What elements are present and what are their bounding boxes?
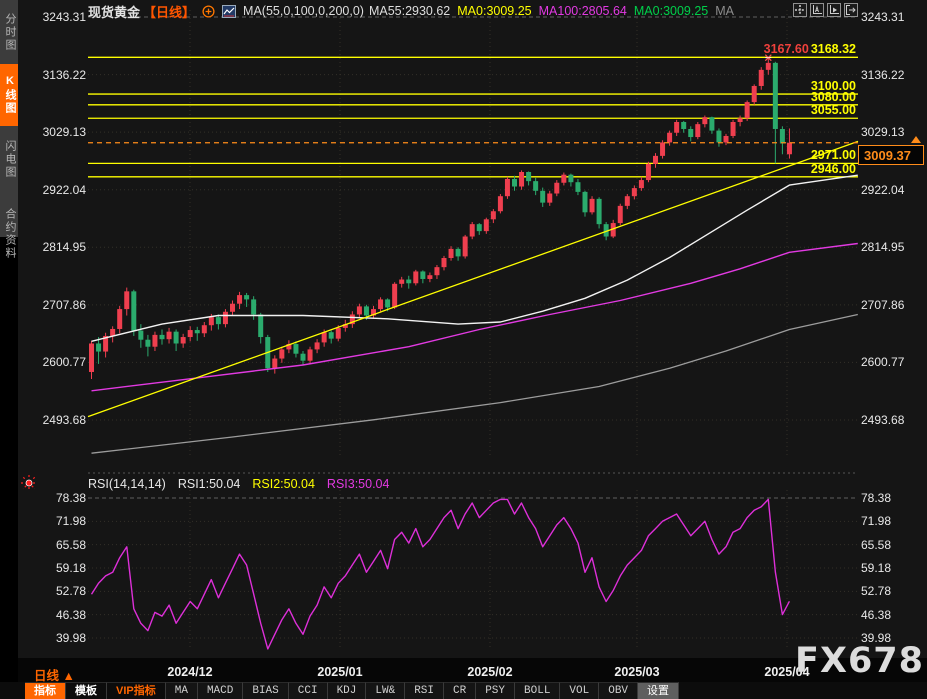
toolbar-indicators-button[interactable]: 指标	[25, 682, 66, 699]
toolbar-settings-button[interactable]: 设置	[638, 682, 679, 699]
toolbar-obv-button[interactable]: OBV	[599, 682, 638, 699]
ma0-yellow-value: MA0:3009.25	[457, 4, 531, 18]
price-tick-label: 3029.13	[861, 125, 904, 139]
price-tick-label: 2707.86	[861, 298, 904, 312]
rsi-tick-label: 52.78	[36, 584, 86, 598]
rsi-tick-label: 59.18	[36, 561, 86, 575]
brand-watermark: FX678	[795, 641, 924, 681]
price-tick-label: 2814.95	[36, 240, 86, 254]
rsi-tick-label: 46.38	[861, 608, 891, 622]
sidebar-tab-contract-info[interactable]: 合约资料	[0, 192, 18, 276]
sidebar-tab-lightning[interactable]: 闪电图	[0, 128, 18, 190]
toolbar-macd-button[interactable]: MACD	[198, 682, 243, 699]
toolbar-psy-button[interactable]: PSY	[476, 682, 515, 699]
price-tick-label: 2493.68	[861, 413, 904, 427]
rsi2-value: RSI2:50.04	[252, 477, 315, 491]
price-tick-label: 3243.31	[36, 10, 86, 24]
price-tick-label: 3136.22	[36, 68, 86, 82]
trading-app-window: 分时图 K线图 闪电图 合约资料 现货黄金【日线】 MA(55,0,100,0,…	[0, 0, 927, 699]
rsi-tick-label: 65.58	[861, 538, 891, 552]
symbol-name: 现货黄金	[88, 2, 140, 21]
resistance-level-label: 3168.32	[811, 42, 856, 56]
ma55-value: MA55:2930.62	[369, 4, 450, 18]
rsi-tick-label: 71.98	[861, 514, 891, 528]
x-axis-row: 日线 ▲ 2024/122025/012025/022025/032025/04	[18, 658, 927, 682]
toolbar-cci-button[interactable]: CCI	[289, 682, 328, 699]
chart-window-tools	[793, 3, 858, 17]
price-tick-label: 2600.77	[36, 355, 86, 369]
rsi-tick-label: 78.38	[861, 491, 891, 505]
toolbar-rsi-button[interactable]: RSI	[405, 682, 444, 699]
current-price-box: 3009.37	[858, 145, 924, 165]
x-axis-date-label: 2024/12	[155, 665, 225, 679]
rsi-tick-label: 52.78	[861, 584, 891, 598]
auto-scroll-icon[interactable]	[827, 3, 841, 17]
chart-type-sidebar: 分时图 K线图 闪电图 合约资料	[0, 0, 18, 699]
toolbar-vip-indicators-button[interactable]: VIP指标	[107, 682, 166, 699]
level-label-2971: 2971.00	[811, 149, 856, 162]
toolbar-boll-button[interactable]: BOLL	[515, 682, 560, 699]
candlestick-chart-canvas[interactable]	[0, 0, 927, 699]
exit-panel-icon[interactable]	[844, 3, 858, 17]
rsi-header: RSI(14,14,14) RSI1:50.04 RSI2:50.04 RSI3…	[88, 477, 389, 491]
ma100-value: MA100:2805.64	[539, 4, 627, 18]
ma-extra-label: MA	[715, 4, 734, 18]
indicator-settings-icon[interactable]	[222, 5, 236, 18]
chart-header: 现货黄金【日线】 MA(55,0,100,0,200,0) MA55:2930.…	[88, 2, 734, 20]
price-up-arrow-icon	[911, 136, 921, 143]
toolbar-lw-button[interactable]: LW&	[366, 682, 405, 699]
x-axis-date-label: 2025/03	[602, 665, 672, 679]
indicator-toolbar: 指标 模板 VIP指标 MA MACD BIAS CCI KDJ LW& RSI…	[0, 682, 927, 699]
ma0-green-value: MA0:3009.25	[634, 4, 708, 18]
hot-indicator-icon	[21, 475, 37, 496]
rsi3-value: RSI3:50.04	[327, 477, 390, 491]
high-price-row: 3167.603168.32	[764, 43, 856, 56]
rsi-title: RSI(14,14,14)	[88, 477, 166, 491]
level-label-3055: 3055.00	[811, 104, 856, 117]
toolbar-kdj-button[interactable]: KDJ	[328, 682, 367, 699]
toolbar-ma-button[interactable]: MA	[166, 682, 198, 699]
rsi-tick-label: 78.38	[36, 491, 86, 505]
session-high-label: 3167.60	[764, 42, 809, 56]
price-tick-label: 2707.86	[36, 298, 86, 312]
price-tick-label: 2922.04	[36, 183, 86, 197]
rsi-tick-label: 46.38	[36, 608, 86, 622]
price-tick-label: 3136.22	[861, 68, 904, 82]
move-tool-icon[interactable]	[793, 3, 807, 17]
ma-settings-text: MA(55,0,100,0,200,0)	[243, 4, 364, 18]
price-tick-label: 2493.68	[36, 413, 86, 427]
period-tag: 【日线】	[143, 2, 195, 21]
price-tick-label: 2814.95	[861, 240, 904, 254]
rsi-tick-label: 59.18	[861, 561, 891, 575]
level-label-2946: 2946.00	[811, 163, 856, 176]
sidebar-tab-kline[interactable]: K线图	[0, 64, 18, 126]
rsi-tick-label: 39.98	[36, 631, 86, 645]
x-axis-date-label: 2025/01	[305, 665, 375, 679]
rsi-tick-label: 71.98	[36, 514, 86, 528]
price-tick-label: 3029.13	[36, 125, 86, 139]
add-indicator-icon[interactable]	[202, 5, 215, 18]
x-axis-date-label: 2025/02	[455, 665, 525, 679]
rsi1-value: RSI1:50.04	[178, 477, 241, 491]
sidebar-tab-timeshare[interactable]: 分时图	[0, 2, 18, 62]
toolbar-vol-button[interactable]: VOL	[560, 682, 599, 699]
price-tick-label: 2600.77	[861, 355, 904, 369]
y-axis-scale-icon[interactable]	[810, 3, 824, 17]
toolbar-bias-button[interactable]: BIAS	[243, 682, 288, 699]
rsi-tick-label: 65.58	[36, 538, 86, 552]
toolbar-cr-button[interactable]: CR	[444, 682, 476, 699]
price-tick-label: 3243.31	[861, 10, 904, 24]
price-tick-label: 2922.04	[861, 183, 904, 197]
level-label-3080: 3080.00	[811, 91, 856, 104]
toolbar-template-button[interactable]: 模板	[66, 682, 107, 699]
